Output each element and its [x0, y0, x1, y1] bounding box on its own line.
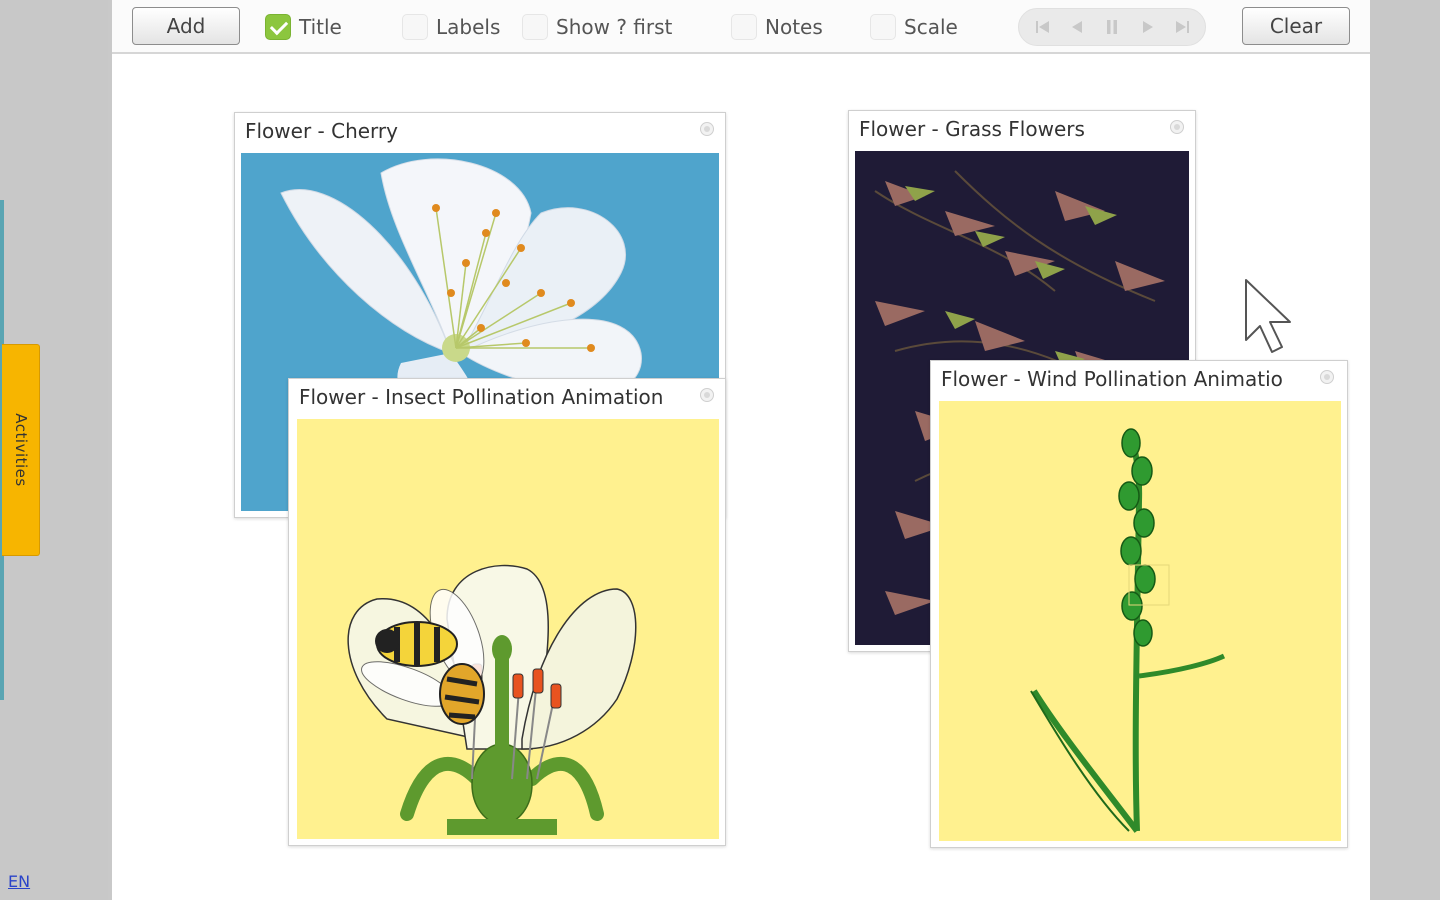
show-first-checkbox[interactable]	[522, 14, 548, 40]
option-labels[interactable]: Labels	[402, 9, 500, 45]
option-title[interactable]: Title	[265, 9, 342, 45]
grass-stem-animation	[939, 401, 1341, 841]
window-title-insect-pollination: Flower - Insect Pollination Animation	[299, 385, 664, 409]
window-insect-pollination[interactable]: Flower - Insect Pollination Animation	[288, 378, 726, 846]
pause-icon[interactable]	[1100, 15, 1124, 39]
scale-option-label: Scale	[904, 15, 958, 39]
clear-button[interactable]: Clear	[1242, 7, 1350, 45]
option-scale[interactable]: Scale	[870, 9, 958, 45]
option-notes[interactable]: Notes	[731, 9, 823, 45]
bee-on-flower-animation	[297, 419, 719, 839]
close-icon[interactable]	[700, 122, 714, 136]
step-forward-icon[interactable]	[1136, 15, 1160, 39]
left-sidebar: Activities EN	[0, 0, 108, 900]
labels-checkbox[interactable]	[402, 14, 428, 40]
skip-start-icon[interactable]	[1031, 15, 1055, 39]
window-title-grass-flowers: Flower - Grass Flowers	[859, 117, 1085, 141]
toolbar: Add Title Labels Show ? first Notes Scal…	[112, 0, 1370, 54]
mouse-cursor-icon	[1240, 276, 1300, 358]
step-back-icon[interactable]	[1065, 15, 1089, 39]
notes-checkbox[interactable]	[731, 14, 757, 40]
title-checkbox[interactable]	[265, 14, 291, 40]
activities-tab[interactable]: Activities	[2, 344, 40, 556]
option-show-first[interactable]: Show ? first	[522, 9, 672, 45]
title-option-label: Title	[299, 15, 342, 39]
activities-tab-label: Activities	[11, 413, 30, 487]
close-icon[interactable]	[1320, 370, 1334, 384]
labels-option-label: Labels	[436, 15, 501, 39]
close-icon[interactable]	[700, 388, 714, 402]
language-link[interactable]: EN	[8, 872, 30, 891]
show-first-option-label: Show ? first	[556, 15, 673, 39]
skip-end-icon[interactable]	[1170, 15, 1194, 39]
right-margin	[1370, 0, 1440, 900]
notes-option-label: Notes	[765, 15, 823, 39]
animation-player-controls	[1018, 8, 1206, 46]
window-title-wind-pollination: Flower - Wind Pollination Animatio	[941, 367, 1283, 391]
add-button[interactable]: Add	[132, 7, 240, 45]
window-wind-pollination[interactable]: Flower - Wind Pollination Animatio	[930, 360, 1348, 848]
window-title-cherry: Flower - Cherry	[245, 119, 398, 143]
close-icon[interactable]	[1170, 120, 1184, 134]
scale-checkbox[interactable]	[870, 14, 896, 40]
